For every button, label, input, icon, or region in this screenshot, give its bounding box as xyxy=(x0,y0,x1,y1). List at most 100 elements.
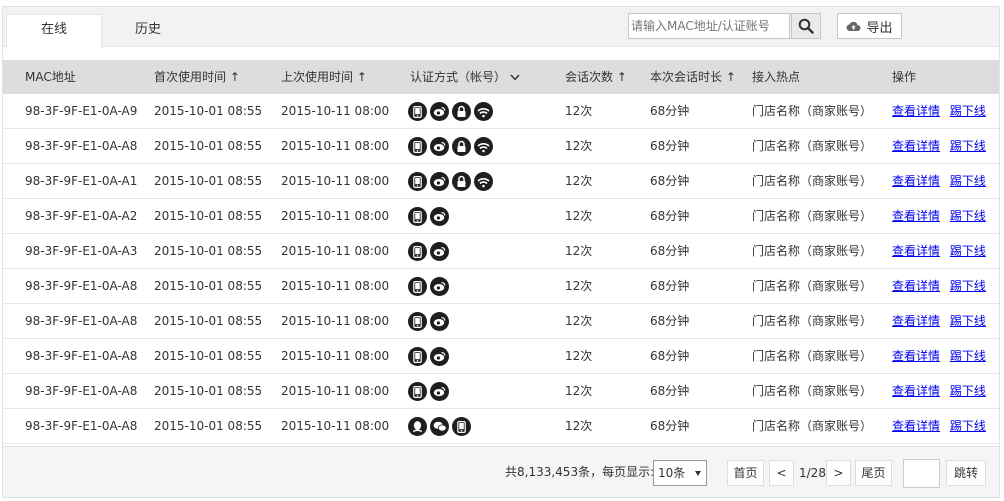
first-use-time: 2015-10-01 08:55 xyxy=(154,244,263,258)
kick-offline-link[interactable]: 踢下线 xyxy=(950,384,986,398)
view-details-link[interactable]: 查看详情 xyxy=(892,209,940,223)
phone-icon xyxy=(408,172,427,191)
qq-icon xyxy=(408,417,427,436)
table-body: 98-3F-9F-E1-0A-A9 2015-10-01 08:55 2015-… xyxy=(3,94,999,444)
kick-offline-link[interactable]: 踢下线 xyxy=(950,209,986,223)
phone-icon xyxy=(408,382,427,401)
table-row: 98-3F-9F-E1-0A-A8 2015-10-01 08:55 2015-… xyxy=(3,129,999,164)
page-size-value: 10条 xyxy=(658,466,686,480)
hotspot-name: 门店名称（商家账号） xyxy=(752,314,873,328)
kick-offline-link[interactable]: 踢下线 xyxy=(950,139,986,153)
view-details-link[interactable]: 查看详情 xyxy=(892,104,940,118)
session-duration: 68分钟 xyxy=(650,174,690,188)
weibo-icon xyxy=(430,347,449,366)
table-row: 98-3F-9F-E1-0A-A8 2015-10-01 08:55 2015-… xyxy=(3,339,999,374)
auth-methods xyxy=(408,409,471,444)
table-row: 98-3F-9F-E1-0A-A8 2015-10-01 08:55 2015-… xyxy=(3,304,999,339)
row-actions: 查看详情 踢下线 xyxy=(892,129,986,164)
view-details-link[interactable]: 查看详情 xyxy=(892,244,940,258)
first-use-time: 2015-10-01 08:55 xyxy=(154,314,263,328)
mac-address: 98-3F-9F-E1-0A-A1 xyxy=(25,174,138,188)
col-hotspot: 接入热点 xyxy=(752,70,801,84)
mac-address: 98-3F-9F-E1-0A-A8 xyxy=(25,384,138,398)
session-count: 12次 xyxy=(565,104,593,118)
prev-page-button[interactable]: < xyxy=(769,460,794,486)
first-use-time: 2015-10-01 08:55 xyxy=(154,139,263,153)
kick-offline-link[interactable]: 踢下线 xyxy=(950,174,986,188)
mac-address: 98-3F-9F-E1-0A-A3 xyxy=(25,244,138,258)
last-page-button[interactable]: 尾页 xyxy=(855,460,892,486)
export-button[interactable]: 导出 xyxy=(837,13,902,39)
kick-offline-link[interactable]: 踢下线 xyxy=(950,104,986,118)
first-use-time: 2015-10-01 08:55 xyxy=(154,384,263,398)
view-details-link[interactable]: 查看详情 xyxy=(892,314,940,328)
row-actions: 查看详情 踢下线 xyxy=(892,199,986,234)
auth-methods xyxy=(408,234,449,269)
table-row: 98-3F-9F-E1-0A-A1 2015-10-01 08:55 2015-… xyxy=(3,164,999,199)
last-use-time: 2015-10-11 08:00 xyxy=(281,209,390,223)
lock-icon xyxy=(452,137,471,156)
hotspot-name: 门店名称（商家账号） xyxy=(752,209,873,223)
search-button[interactable] xyxy=(791,13,821,39)
wechat-icon xyxy=(430,417,449,436)
last-use-time: 2015-10-11 08:00 xyxy=(281,419,390,433)
search-icon xyxy=(798,18,814,34)
view-details-link[interactable]: 查看详情 xyxy=(892,279,940,293)
view-details-link[interactable]: 查看详情 xyxy=(892,419,940,433)
search-input[interactable] xyxy=(628,13,790,39)
page-size-select[interactable]: 10条 xyxy=(653,460,707,486)
col-auth[interactable]: 认证方式（帐号） xyxy=(410,60,520,94)
session-duration: 68分钟 xyxy=(650,314,690,328)
mac-address: 98-3F-9F-E1-0A-A9 xyxy=(25,104,138,118)
weibo-icon xyxy=(430,277,449,296)
first-page-button[interactable]: 首页 xyxy=(727,460,764,486)
kick-offline-link[interactable]: 踢下线 xyxy=(950,279,986,293)
view-details-link[interactable]: 查看详情 xyxy=(892,384,940,398)
table-row: 98-3F-9F-E1-0A-A8 2015-10-01 08:55 2015-… xyxy=(3,374,999,409)
phone-icon xyxy=(452,417,471,436)
session-count: 12次 xyxy=(565,279,593,293)
view-details-link[interactable]: 查看详情 xyxy=(892,139,940,153)
view-details-link[interactable]: 查看详情 xyxy=(892,349,940,363)
phone-icon xyxy=(408,277,427,296)
mac-address: 98-3F-9F-E1-0A-A8 xyxy=(25,419,138,433)
phone-icon xyxy=(408,137,427,156)
tab-history[interactable]: 历史 xyxy=(113,15,183,47)
jump-button[interactable]: 跳转 xyxy=(946,460,986,486)
tab-online[interactable]: 在线 xyxy=(6,14,102,48)
session-duration: 68分钟 xyxy=(650,209,690,223)
next-page-button[interactable]: > xyxy=(826,460,851,486)
session-duration: 68分钟 xyxy=(650,139,690,153)
first-use-time: 2015-10-01 08:55 xyxy=(154,209,263,223)
row-actions: 查看详情 踢下线 xyxy=(892,339,986,374)
weibo-icon xyxy=(430,312,449,331)
pagination-bar: 共8,133,453条，每页显示: 10条 首页 < 1/28 > 尾页 跳转 xyxy=(3,446,999,497)
phone-icon xyxy=(408,347,427,366)
cloud-upload-icon xyxy=(846,21,861,32)
auth-methods xyxy=(408,129,493,164)
mac-address: 98-3F-9F-E1-0A-A8 xyxy=(25,349,138,363)
col-sessions[interactable]: 会话次数 ↑ xyxy=(565,60,627,94)
kick-offline-link[interactable]: 踢下线 xyxy=(950,349,986,363)
session-duration: 68分钟 xyxy=(650,349,690,363)
col-duration[interactable]: 本次会话时长 ↑ xyxy=(650,60,736,94)
kick-offline-link[interactable]: 踢下线 xyxy=(950,244,986,258)
wifi-icon xyxy=(474,137,493,156)
view-details-link[interactable]: 查看详情 xyxy=(892,174,940,188)
weibo-icon xyxy=(430,207,449,226)
total-count-text: 共8,133,453条，每页显示: xyxy=(505,465,655,479)
page-info: 1/28 xyxy=(799,466,826,480)
session-count: 12次 xyxy=(565,314,593,328)
last-use-time: 2015-10-11 08:00 xyxy=(281,104,390,118)
col-first-time[interactable]: 首次使用时间 ↑ xyxy=(154,60,240,94)
auth-methods xyxy=(408,374,449,409)
auth-methods xyxy=(408,269,449,304)
last-use-time: 2015-10-11 08:00 xyxy=(281,139,390,153)
kick-offline-link[interactable]: 踢下线 xyxy=(950,314,986,328)
kick-offline-link[interactable]: 踢下线 xyxy=(950,419,986,433)
chevron-down-icon xyxy=(510,74,520,81)
weibo-icon xyxy=(430,137,449,156)
page-jump-input[interactable] xyxy=(903,459,940,488)
col-last-time[interactable]: 上次使用时间 ↑ xyxy=(281,60,367,94)
col-auth-label: 认证方式（帐号） xyxy=(410,70,507,84)
